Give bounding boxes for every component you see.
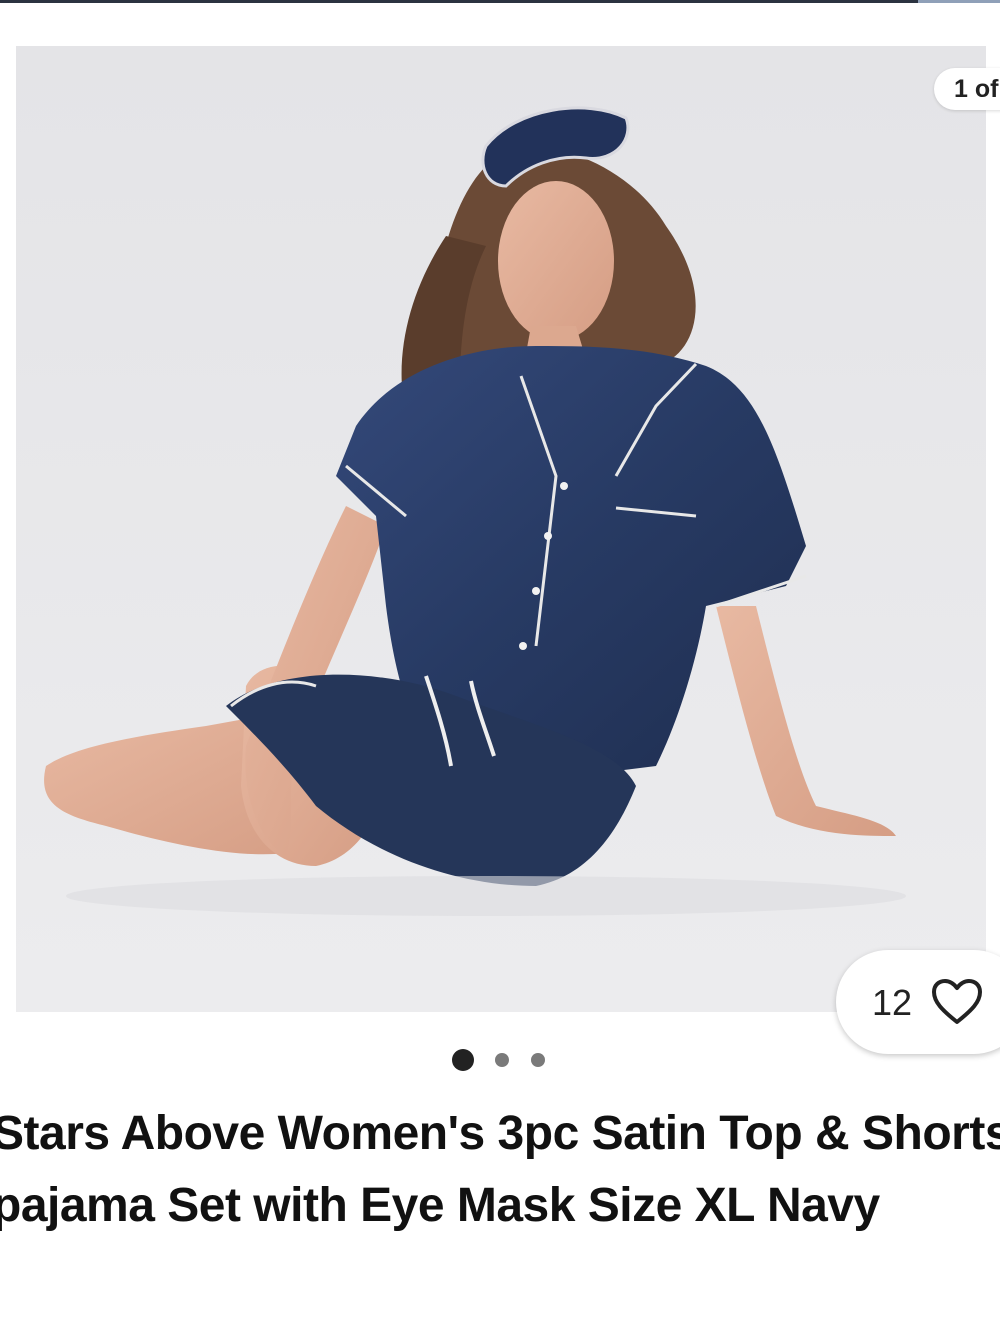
image-gallery[interactable]: 1 of	[0, 46, 1000, 1012]
heart-icon	[932, 979, 982, 1024]
watch-button[interactable]: 12	[836, 950, 1000, 1054]
product-photo-illustration	[16, 46, 986, 1012]
carousel-dot[interactable]	[452, 1049, 474, 1071]
listing-title: Stars Above Women's 3pc Satin Top & Shor…	[0, 1107, 1000, 1232]
watch-count: 12	[872, 982, 913, 1023]
carousel-dot[interactable]	[495, 1053, 509, 1067]
carousel-dot[interactable]	[531, 1053, 545, 1067]
top-divider-accent	[918, 0, 1000, 3]
product-photo[interactable]	[16, 46, 986, 1012]
image-counter: 1 of	[934, 68, 1000, 110]
top-divider	[0, 0, 1000, 3]
